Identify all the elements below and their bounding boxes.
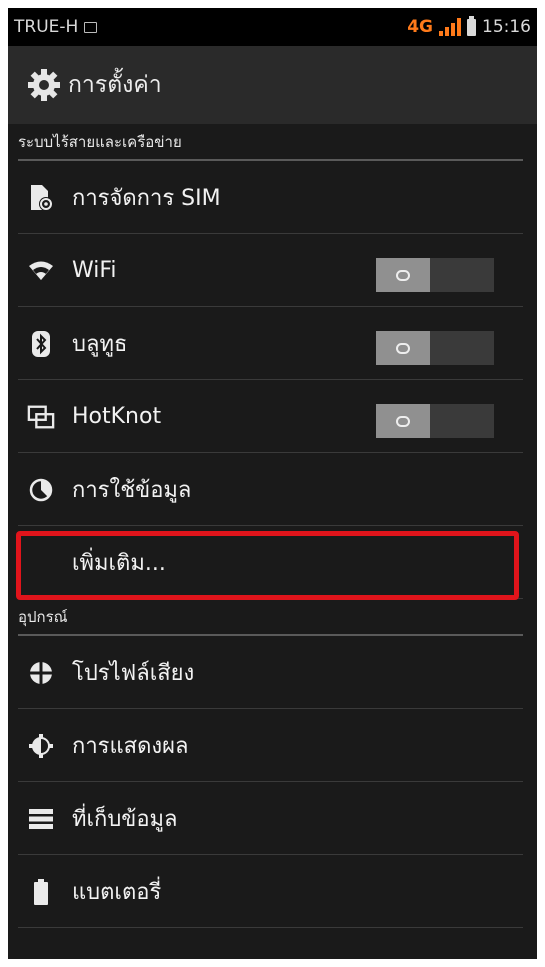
audio-profile-icon	[27, 659, 55, 687]
wifi-toggle[interactable]	[376, 258, 494, 292]
section-header-device: อุปกรณ์	[8, 599, 537, 636]
settings-item-label: การใช้ข้อมูล	[72, 478, 192, 503]
bluetooth-icon	[27, 330, 55, 358]
network-type: 4G	[407, 17, 433, 37]
display-icon	[27, 732, 55, 760]
status-bar: TRUE-H 4G 15:16	[8, 8, 537, 46]
battery-status-icon	[467, 15, 476, 36]
settings-item-label: โปรไฟล์เสียง	[72, 661, 195, 686]
signal-icon	[439, 18, 461, 36]
settings-item-bluetooth[interactable]: บลูทูธ	[8, 307, 537, 380]
settings-item-battery[interactable]: แบตเตอรี่	[8, 855, 537, 928]
screenshot-notification-icon	[84, 21, 98, 33]
carrier-name: TRUE-H	[14, 17, 79, 37]
settings-item-label: การแสดงผล	[72, 734, 189, 759]
wifi-icon	[27, 257, 55, 285]
sim-manage-icon	[27, 184, 55, 212]
settings-item-storage[interactable]: ที่เก็บข้อมูล	[8, 782, 537, 855]
settings-item-hotknot[interactable]: HotKnot	[8, 380, 537, 453]
hotknot-toggle[interactable]	[376, 404, 494, 438]
settings-item-audio-profiles[interactable]: โปรไฟล์เสียง	[8, 636, 537, 709]
settings-item-display[interactable]: การแสดงผล	[8, 709, 537, 782]
settings-item-wifi[interactable]: WiFi	[8, 234, 537, 307]
settings-item-label: เพิ่มเติม...	[72, 551, 166, 576]
page-title: การตั้งค่า	[68, 72, 162, 98]
storage-icon	[27, 805, 55, 833]
action-bar: การตั้งค่า	[8, 46, 537, 124]
settings-item-more[interactable]: เพิ่มเติม...	[8, 526, 537, 599]
hotknot-icon	[27, 403, 55, 431]
phone-screen: TRUE-H 4G 15:16 การตั้งค่า ระบบไร้สายและ…	[8, 8, 537, 959]
bluetooth-toggle[interactable]	[376, 331, 494, 365]
settings-item-label: แบตเตอรี่	[72, 880, 162, 905]
settings-gear-icon	[28, 69, 60, 101]
clock: 15:16	[482, 17, 531, 37]
settings-item-data-usage[interactable]: การใช้ข้อมูล	[8, 453, 537, 526]
settings-item-sim-management[interactable]: การจัดการ SIM	[8, 161, 537, 234]
settings-item-label: การจัดการ SIM	[72, 186, 221, 211]
settings-item-label: ที่เก็บข้อมูล	[72, 807, 178, 832]
data-usage-icon	[27, 476, 55, 504]
battery-icon	[27, 878, 55, 906]
section-header-wireless: ระบบไร้สายและเครือข่าย	[8, 124, 537, 161]
